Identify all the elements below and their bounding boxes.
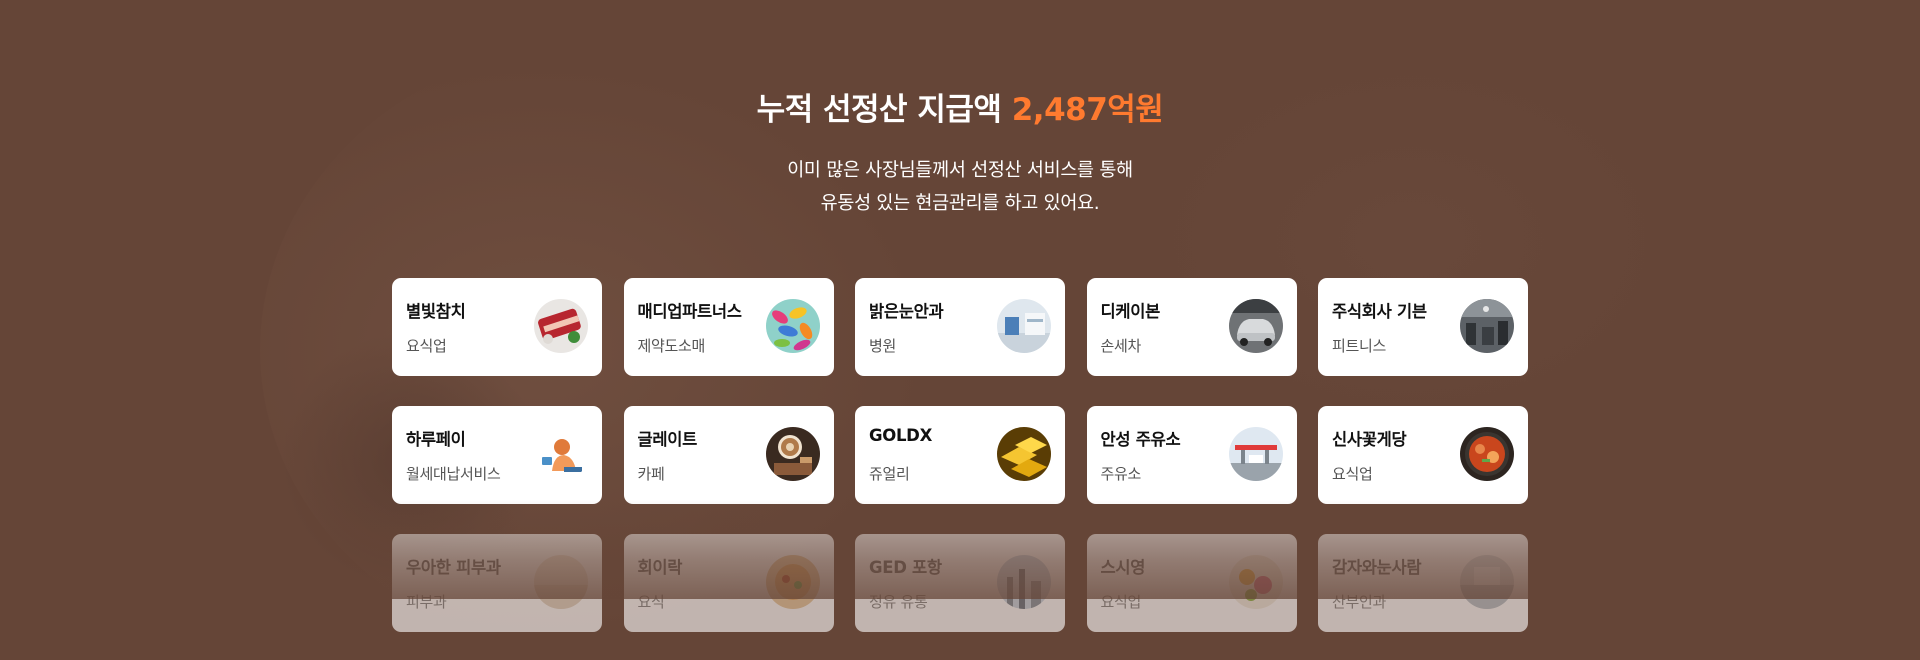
- partner-name: 우아한 피부과: [406, 558, 501, 577]
- sushi-photo-icon: [1228, 555, 1283, 609]
- partner-card[interactable]: GOLDX 쥬얼리: [855, 406, 1065, 504]
- partner-name: 디케이본: [1100, 302, 1161, 321]
- partner-card[interactable]: 감자와눈사람 산부인과: [1318, 534, 1528, 632]
- partner-card[interactable]: 디케이본 손세차: [1086, 278, 1297, 376]
- clinic-photo-icon: [1460, 555, 1514, 609]
- gas-station-photo-icon: [1228, 427, 1283, 481]
- partner-category: 병원: [869, 337, 897, 355]
- partner-card[interactable]: 안성 주유소 주유소: [1086, 406, 1297, 504]
- partner-category: 제약도소매: [637, 337, 706, 355]
- partner-category: 피트니스: [1332, 337, 1387, 355]
- gold-bars-photo-icon: [997, 427, 1051, 481]
- partner-category: 산부인과: [1332, 593, 1387, 611]
- partner-name: 신사꽃게당: [1332, 430, 1407, 449]
- clinic-photo-icon: [997, 299, 1051, 353]
- plant-photo-icon: [997, 555, 1051, 609]
- partner-name: 별빛참치: [406, 302, 466, 321]
- partner-category: 손세차: [1100, 337, 1142, 355]
- partner-card[interactable]: 하루페이 월세대납서비스: [392, 406, 602, 504]
- partner-card[interactable]: 신사꽃게당 요식업: [1318, 406, 1528, 504]
- partner-card[interactable]: GED 포항 정유 유통: [855, 534, 1065, 632]
- partner-category: 요식업: [406, 337, 447, 355]
- partner-name: GOLDX: [869, 426, 933, 445]
- partner-name: 스시영: [1100, 558, 1146, 577]
- partner-category: 카페: [637, 465, 665, 483]
- subtitle-line-2: 유동성 있는 현금관리를 하고 있어요.: [820, 193, 1100, 214]
- partner-card[interactable]: 스시영 요식업: [1086, 534, 1297, 632]
- partner-category: 월세대납서비스: [406, 465, 501, 483]
- title-text: 누적 선정산 지급액: [756, 92, 1002, 128]
- partner-category: 요식업: [1332, 465, 1373, 483]
- car-wash-photo-icon: [1228, 299, 1283, 353]
- partner-name: 주식회사 기븐: [1332, 302, 1427, 321]
- partner-name: 글레이트: [637, 430, 698, 449]
- partner-card[interactable]: 매디업파트너스 제약도소매: [623, 278, 834, 376]
- total-amount: 2,487억원: [1011, 92, 1164, 128]
- partner-name: 회이락: [637, 558, 683, 577]
- partner-card[interactable]: 회이락 요식: [623, 534, 834, 632]
- partner-category: 요식: [637, 593, 665, 611]
- section-title: 누적 선정산 지급액 2,487억원: [0, 84, 1920, 129]
- partner-name: 하루페이: [406, 430, 466, 449]
- partner-name: 매디업파트너스: [637, 302, 742, 321]
- partner-category: 쥬얼리: [869, 465, 910, 483]
- skin-clinic-photo-icon: [534, 555, 588, 609]
- partner-card[interactable]: 별빛참치 요식업: [392, 278, 602, 376]
- illustration-photo-icon: [534, 427, 588, 481]
- partner-card[interactable]: 글레이트 카페: [623, 406, 834, 504]
- partner-category: 요식업: [1100, 593, 1142, 611]
- coffee-photo-icon: [765, 427, 820, 481]
- partner-name: GED 포항: [869, 558, 942, 577]
- crab-stew-photo-icon: [1460, 427, 1514, 481]
- partner-category: 주유소: [1100, 465, 1142, 483]
- partner-name: 안성 주유소: [1100, 430, 1181, 449]
- gym-photo-icon: [1460, 299, 1514, 353]
- partner-card[interactable]: 우아한 피부과 피부과: [392, 534, 602, 632]
- partner-category: 정유 유통: [869, 593, 928, 611]
- tuna-dish-photo-icon: [534, 299, 588, 353]
- partner-name: 감자와눈사람: [1332, 558, 1422, 577]
- partner-card[interactable]: 주식회사 기븐 피트니스: [1318, 278, 1528, 376]
- partner-category: 피부과: [406, 593, 447, 611]
- food-photo-icon: [765, 555, 820, 609]
- partner-name: 밝은눈안과: [869, 302, 944, 321]
- subtitle-line-1: 이미 많은 사장님들께서 선정산 서비스를 통해: [787, 160, 1133, 181]
- pills-photo-icon: [765, 299, 820, 353]
- partner-grid: 별빛참치 요식업 매디업파트너스 제약도소매 밝은눈안과 병원 디케이본 손세차…: [392, 278, 1528, 632]
- partner-card[interactable]: 밝은눈안과 병원: [855, 278, 1065, 376]
